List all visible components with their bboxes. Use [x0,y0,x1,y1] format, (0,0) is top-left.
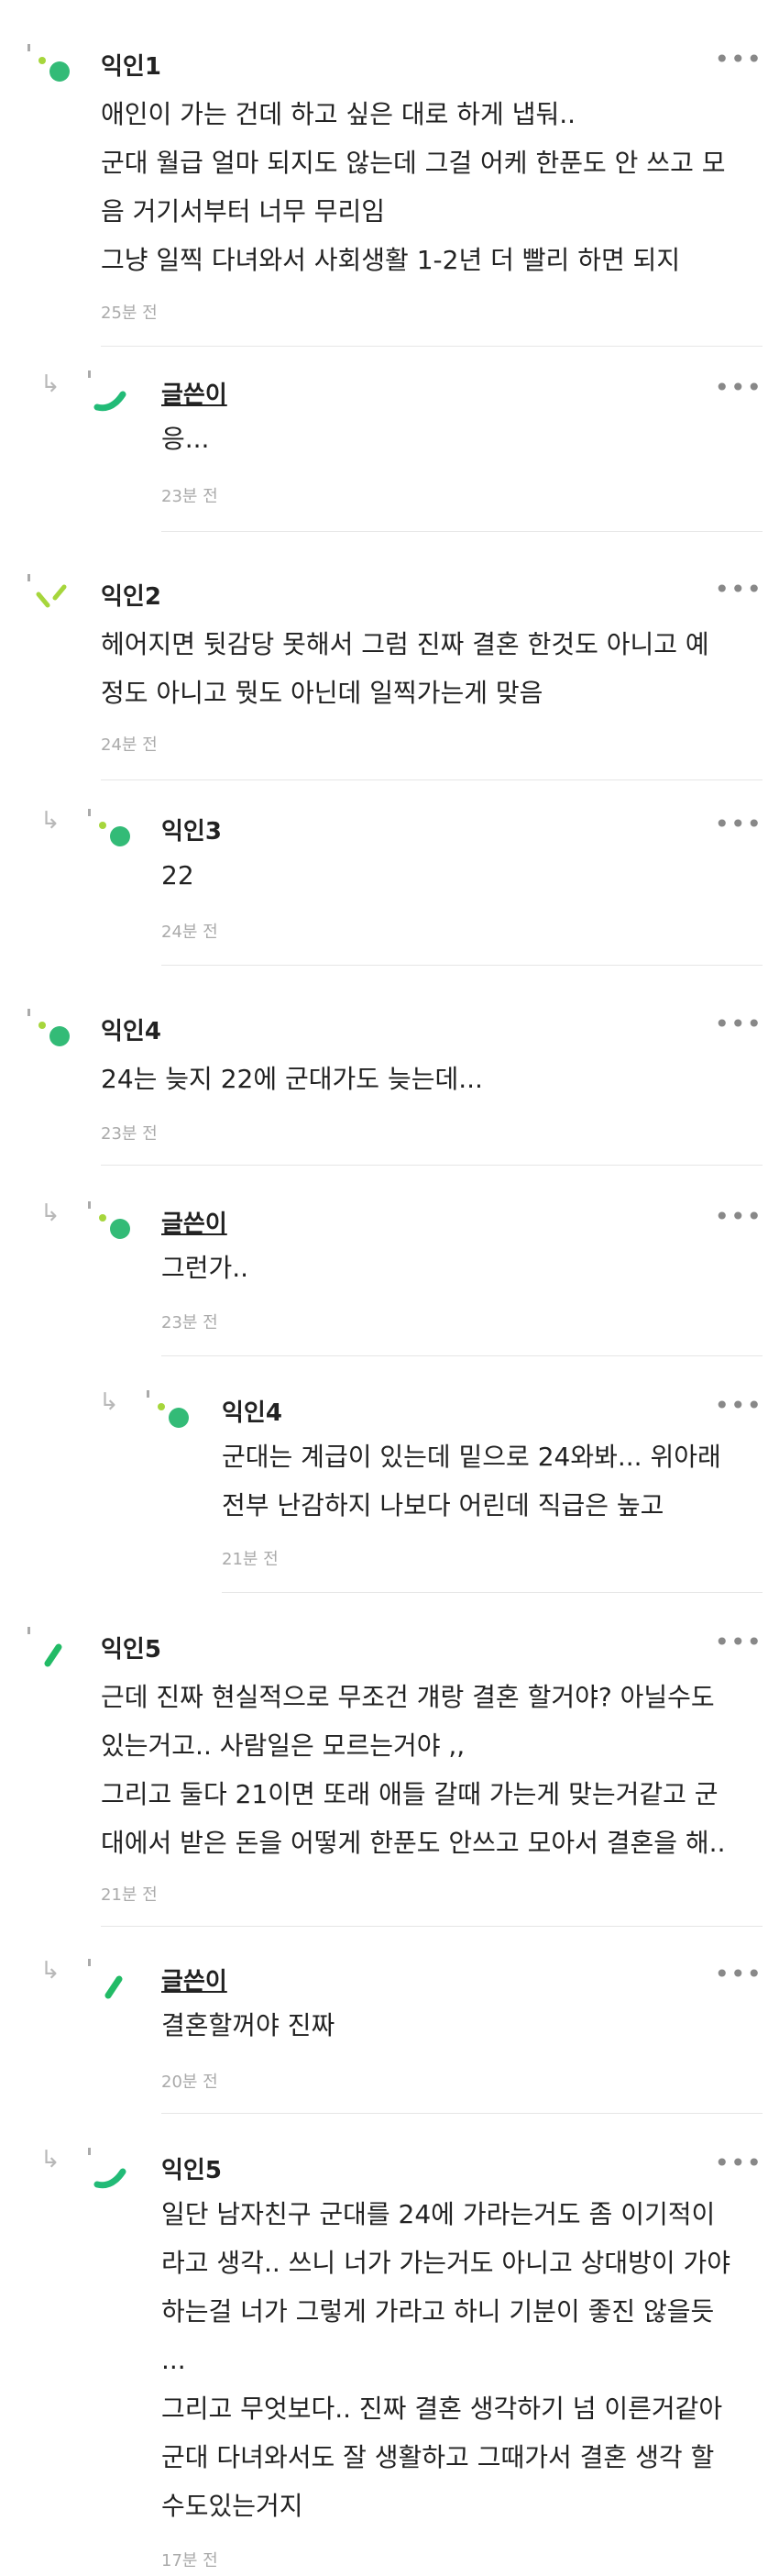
comment-thread: 익인1 ••• 애인이 가는 건데 하고 싶은 대로 하게 냅둬.. 군대 월급… [0,0,779,2576]
more-options-icon[interactable]: ••• [714,2148,763,2178]
more-options-icon[interactable]: ••• [714,1201,763,1232]
avatar[interactable] [86,2148,134,2195]
avatar[interactable] [86,1201,134,1249]
comment-body: 군대는 계급이 있는데 밑으로 24와봐... 위아래 전부 난감하지 나보다 … [222,1442,721,1520]
comment-time: 24분 전 [101,735,158,755]
comment-body: 근데 진짜 현실적으로 무조건 걔랑 결혼 할거야? 아닐수도 있는거고.. 사… [101,1682,726,1858]
comment-time: 25분 전 [101,304,158,323]
comment-divider [101,346,763,347]
reply-arrow-icon: ↳ [40,2146,60,2173]
avatar-dots-icon [147,1390,189,1428]
more-options-icon[interactable]: ••• [714,372,763,403]
avatar[interactable] [26,44,73,92]
avatar-ticks-icon [27,574,67,608]
more-options-icon[interactable]: ••• [714,1009,763,1039]
comment-time: 23분 전 [101,1124,158,1144]
avatar[interactable] [86,370,134,418]
comment-time: 17분 전 [161,2551,218,2570]
comment-time: 21분 전 [222,1550,279,1569]
comment-time: 24분 전 [161,923,218,942]
comment-time: 23분 전 [161,1313,218,1332]
more-options-icon[interactable]: ••• [714,1627,763,1657]
comment-author[interactable]: 글쓴이 [161,1205,227,1239]
comment-body: 헤어지면 뒷감당 못해서 그럼 진짜 결혼 한것도 아니고 예 정도 아니고 뭣… [101,629,709,708]
avatar[interactable] [26,1009,73,1056]
reply-arrow-icon: ↳ [40,1957,60,1985]
comment-divider [222,1592,763,1593]
comment-author[interactable]: 익인4 [101,1012,161,1046]
more-options-icon[interactable]: ••• [714,1959,763,1989]
reply-arrow-icon: ↳ [40,1200,60,1227]
comment-author[interactable]: 글쓴이 [161,1962,227,1996]
comment-author[interactable]: 익인5 [161,2151,222,2185]
reply-arrow-icon: ↳ [40,807,60,835]
comment-time: 23분 전 [161,487,218,506]
comment-author[interactable]: 익인1 [101,48,161,82]
more-options-icon[interactable]: ••• [714,1390,763,1421]
comment-divider [161,2113,763,2114]
comment-author[interactable]: 글쓴이 [161,376,227,410]
avatar[interactable] [145,1390,192,1438]
more-options-icon[interactable]: ••• [714,44,763,74]
comment-body: 응... [161,424,210,454]
comment-divider [161,965,763,966]
avatar-dots-icon [27,1009,70,1046]
avatar-slash-icon [88,1959,123,1999]
comment-body: 일단 남자친구 군대를 24에 가라는거도 좀 이기적이 라고 생각.. 쓰니 … [161,2199,731,2521]
comment-author[interactable]: 익인4 [222,1394,282,1428]
comment-divider [101,1926,763,1927]
comment-body: 그런가.. [161,1253,249,1283]
comment-author[interactable]: 익인3 [161,813,222,846]
more-options-icon[interactable]: ••• [714,574,763,604]
comment-time: 20분 전 [161,2073,218,2092]
comment-divider [161,531,763,532]
avatar-dots-icon [88,809,130,846]
comment-body: 결혼할꺼야 진짜 [161,2010,335,2040]
avatar-dots-icon [27,44,70,82]
avatar-arc-icon [88,370,126,412]
avatar[interactable] [26,1627,73,1675]
reply-arrow-icon: ↳ [99,1388,119,1416]
avatar-dots-icon [88,1201,130,1239]
comment-body: 22 [161,860,194,890]
avatar-slash-icon [27,1627,62,1667]
comment-divider [101,779,763,780]
avatar[interactable] [86,1959,134,2007]
comment-author[interactable]: 익인2 [101,578,161,612]
comment-divider [101,1165,763,1166]
comment-time: 21분 전 [101,1885,158,1905]
more-options-icon[interactable]: ••• [714,809,763,839]
comment-author[interactable]: 익인5 [101,1631,161,1664]
comment-divider [161,1355,763,1356]
avatar-arc-icon [88,2148,126,2189]
avatar[interactable] [26,574,73,622]
avatar[interactable] [86,809,134,857]
comment-body: 애인이 가는 건데 하고 싶은 대로 하게 냅둬.. 군대 월급 얼마 되지도 … [101,99,726,275]
comment-body: 24는 늦지 22에 군대가도 늦는데... [101,1064,483,1094]
reply-arrow-icon: ↳ [40,370,60,398]
